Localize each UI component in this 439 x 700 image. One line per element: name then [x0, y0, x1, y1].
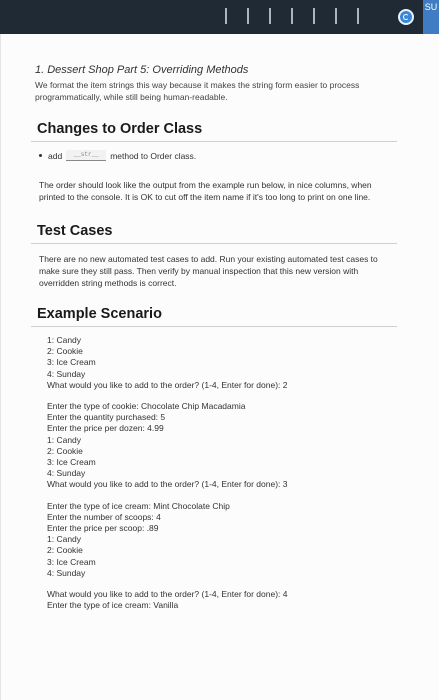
scenario-line: 3: Ice Cream — [47, 556, 96, 567]
scenario-line: Enter the quantity purchased: 5 — [47, 412, 166, 423]
scenario-line: 2: Cookie — [47, 346, 83, 357]
scenario-line: What would you like to add to the order?… — [47, 589, 288, 600]
assignment-subtitle: We format the item strings this way beca… — [35, 80, 360, 102]
scenario-line: 3: Ice Cream — [47, 457, 96, 468]
scenario-line: 1: Candy — [47, 534, 82, 545]
assignment-title: 1. Dessert Shop Part 5: Overriding Metho… — [35, 64, 249, 76]
scenario-line: 2: Cookie — [47, 545, 83, 556]
refresh-icon[interactable] — [398, 9, 414, 25]
tick-mark — [313, 8, 315, 24]
changes-bullet: add __str__ method to Order class. — [39, 150, 411, 161]
example-heading: Example Scenario — [31, 306, 397, 327]
bullet-post-text: method to Order class. — [110, 150, 197, 161]
tick-mark — [335, 8, 337, 24]
scenario-line: Enter the type of ice cream: Vanilla — [47, 600, 179, 611]
bullet-icon — [39, 154, 42, 157]
scenario-blank-line — [47, 579, 411, 589]
scenario-line: Enter the number of scoops: 4 — [47, 511, 161, 522]
scenario-line: 1: Candy — [47, 335, 82, 345]
scenario-line: Enter the type of ice cream: Mint Chocol… — [47, 500, 230, 511]
toolbar-ticks — [225, 8, 379, 29]
tick-mark — [291, 8, 293, 24]
scenario-line: 3: Ice Cream — [47, 357, 96, 368]
assignment-content: 1. Dessert Shop Part 5: Overriding Metho… — [31, 34, 411, 611]
user-badge[interactable]: SU — [423, 0, 439, 34]
tick-mark — [357, 8, 359, 24]
tick-mark — [225, 8, 227, 24]
scenario-blank-line — [47, 391, 411, 401]
changes-heading: Changes to Order Class — [31, 121, 397, 142]
top-toolbar: SU — [0, 0, 439, 34]
scenario-line: What would you like to add to the order?… — [47, 479, 288, 490]
tests-heading: Test Cases — [31, 223, 397, 244]
changes-paragraph: The order should look like the output fr… — [39, 180, 372, 202]
scenario-line: Enter the type of cookie: Chocolate Chip… — [47, 401, 246, 412]
scenario-line: 4: Sunday — [47, 567, 86, 578]
scenario-line: Enter the price per scoop: .89 — [47, 523, 159, 534]
scenario-blank-line — [47, 491, 411, 501]
assignment-page: 1. Dessert Shop Part 5: Overriding Metho… — [0, 34, 439, 700]
tests-paragraph: There are no new automated test cases to… — [39, 254, 378, 288]
bullet-pre-text: add — [48, 150, 63, 161]
scenario-line: 4: Sunday — [47, 468, 86, 479]
scenario-line: 2: Cookie — [47, 445, 83, 456]
scenario-line: 1: Candy — [47, 434, 82, 445]
scenario-line: What would you like to add to the order?… — [47, 379, 288, 390]
scenario-line: Enter the price per dozen: 4.99 — [47, 423, 164, 434]
example-scenario: 1: Candy 2: Cookie 3: Ice Cream 4: Sunday Wh… — [47, 335, 411, 611]
code-chip: __str__ — [66, 150, 107, 161]
tick-mark — [247, 8, 249, 24]
scenario-line: 4: Sunday — [47, 368, 86, 379]
tick-mark — [269, 8, 271, 24]
